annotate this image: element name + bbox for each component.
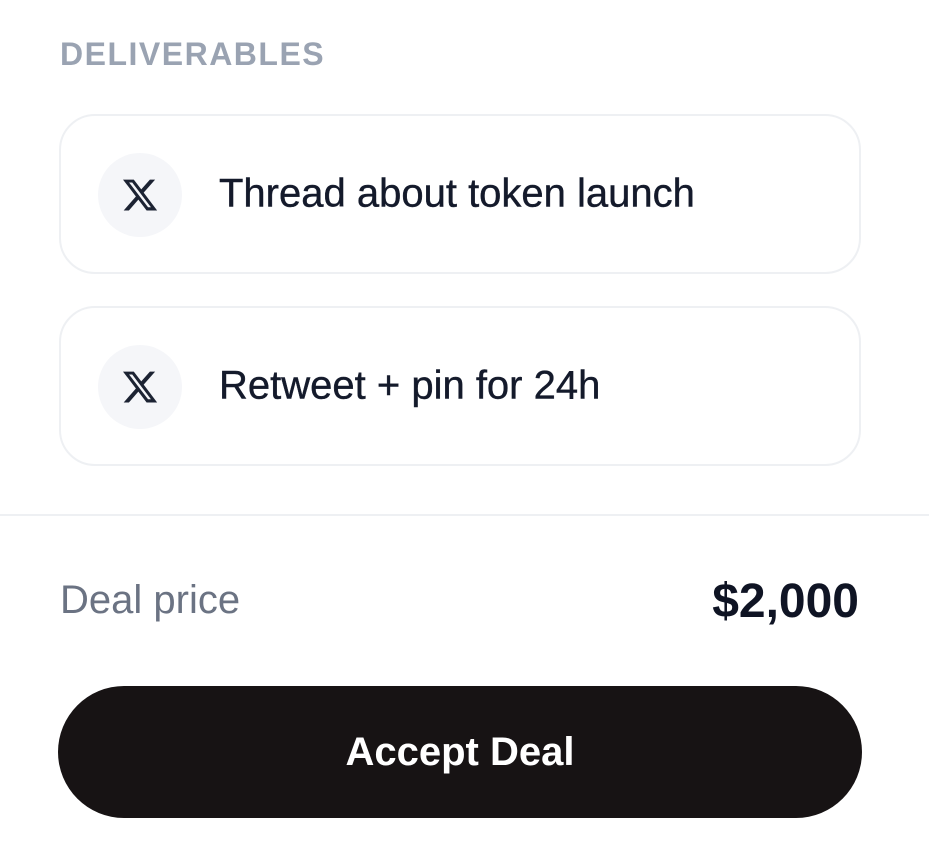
deliverable-card: Thread about token launch	[59, 114, 861, 274]
deal-panel: DELIVERABLES Thread about token launch R…	[0, 0, 929, 848]
deal-price-label: Deal price	[60, 578, 241, 622]
x-logo-icon	[98, 345, 182, 429]
deliverable-card: Retweet + pin for 24h	[59, 306, 861, 466]
deal-price-value: $2,000	[712, 575, 859, 628]
accept-deal-button[interactable]: Accept Deal	[58, 686, 862, 818]
deliverable-label: Thread about token launch	[219, 171, 695, 216]
x-logo-icon	[98, 153, 182, 237]
section-divider	[0, 514, 929, 516]
deliverable-label: Retweet + pin for 24h	[219, 363, 601, 408]
deliverables-heading: DELIVERABLES	[60, 36, 326, 72]
